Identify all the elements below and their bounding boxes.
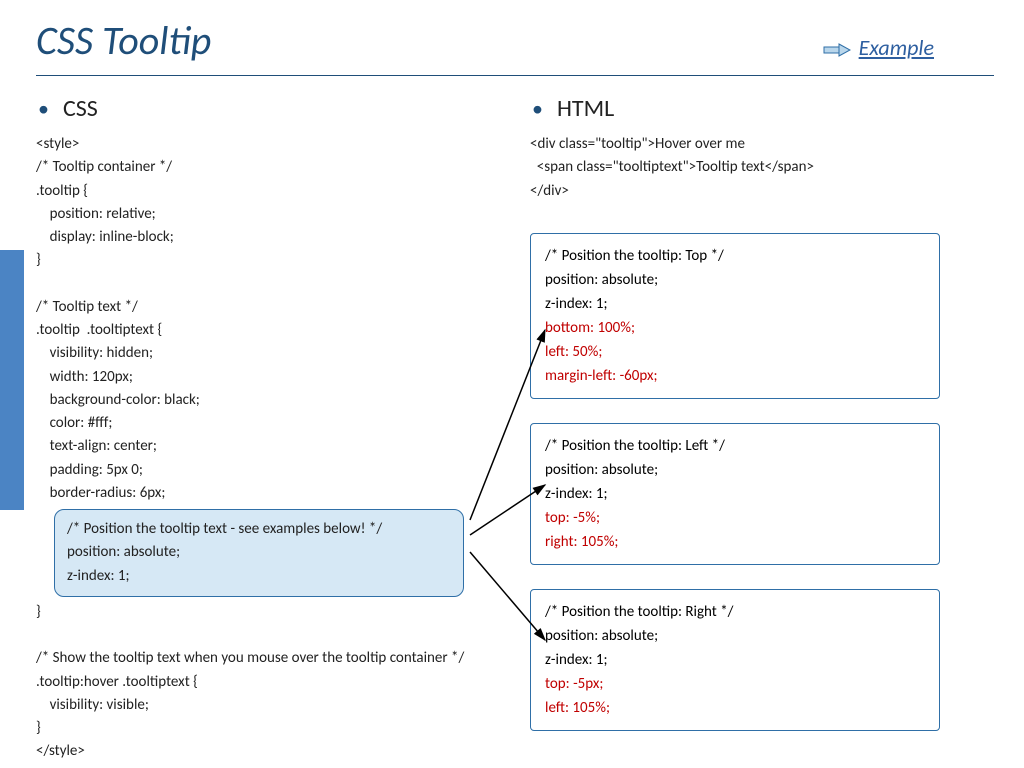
css-heading: CSS xyxy=(36,94,500,123)
variant-right-l2: position: absolute; xyxy=(545,624,925,648)
html-heading: HTML xyxy=(530,94,994,123)
slide-content: CSS Tooltip Example CSS <style> /* Toolt… xyxy=(36,16,994,748)
variant-right-r1: top: -5px; xyxy=(545,672,925,696)
title-row: CSS Tooltip Example xyxy=(36,16,994,76)
variant-top-r2: left: 50%; xyxy=(545,340,925,364)
sidebar-accent xyxy=(0,250,24,510)
variant-top-l2: position: absolute; xyxy=(545,268,925,292)
variant-left-box: /* Position the tooltip: Left */ positio… xyxy=(530,423,940,565)
callout-text: /* Position the tooltip text - see examp… xyxy=(67,518,451,588)
example-link[interactable]: Example xyxy=(859,34,934,61)
variant-left-l2: position: absolute; xyxy=(545,458,925,482)
html-column: HTML <div class="tooltip">Hover over me … xyxy=(530,94,994,764)
css-code-after: } /* Show the tooltip text when you mous… xyxy=(36,601,500,764)
variant-left-r1: top: -5%; xyxy=(545,506,925,530)
variant-left-r2: right: 105%; xyxy=(545,530,925,554)
variant-right-l1: /* Position the tooltip: Right */ xyxy=(545,600,925,624)
css-column: CSS <style> /* Tooltip container */ .too… xyxy=(36,94,500,764)
variant-left-l3: z-index: 1; xyxy=(545,482,925,506)
variant-left-l1: /* Position the tooltip: Left */ xyxy=(545,434,925,458)
arrow-right-icon xyxy=(823,43,851,57)
html-snippet: <div class="tooltip">Hover over me <span… xyxy=(530,133,994,203)
variant-top-l3: z-index: 1; xyxy=(545,292,925,316)
variant-top-r1: bottom: 100%; xyxy=(545,316,925,340)
variant-right-r2: left: 105%; xyxy=(545,696,925,720)
variant-right-box: /* Position the tooltip: Right */ positi… xyxy=(530,589,940,731)
css-position-callout: /* Position the tooltip text - see examp… xyxy=(54,509,464,597)
variant-top-l1: /* Position the tooltip: Top */ xyxy=(545,244,925,268)
page-title: CSS Tooltip xyxy=(36,16,823,65)
variant-top-box: /* Position the tooltip: Top */ position… xyxy=(530,233,940,399)
variant-top-r3: margin-left: -60px; xyxy=(545,364,925,388)
variant-right-l3: z-index: 1; xyxy=(545,648,925,672)
css-code-before: <style> /* Tooltip container */ .tooltip… xyxy=(36,133,500,505)
